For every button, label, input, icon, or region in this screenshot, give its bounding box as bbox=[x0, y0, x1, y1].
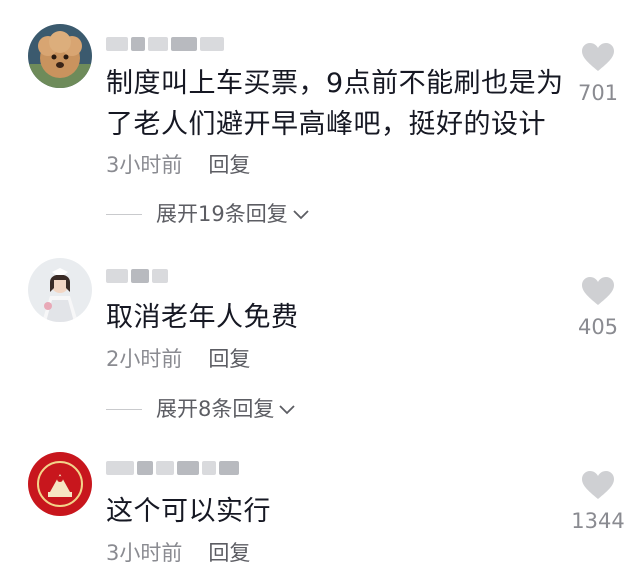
poodle-avatar-icon bbox=[28, 24, 92, 88]
comment-time: 2小时前 bbox=[106, 347, 183, 371]
avatar[interactable] bbox=[28, 24, 92, 88]
comment-text: 这个可以实行 bbox=[106, 491, 566, 532]
comment-meta: 3小时前 回复 bbox=[106, 540, 250, 566]
reply-button[interactable]: 回复 bbox=[208, 153, 250, 177]
like-count: 701 bbox=[577, 81, 619, 105]
girl-avatar-icon bbox=[28, 258, 92, 322]
comment-text-line: 取消老年人免费 bbox=[106, 302, 299, 333]
comment-text: 制度叫上车买票，9点前不能刷也是为 了老人们避开早高峰吧，挺好的设计 bbox=[106, 63, 566, 145]
expand-replies-button[interactable]: 展开19条回复 bbox=[106, 201, 310, 227]
username-redacted[interactable] bbox=[106, 458, 239, 478]
expand-replies-label: 展开19条回复 bbox=[156, 202, 288, 226]
like-button[interactable]: 405 bbox=[558, 276, 638, 340]
chevron-down-icon bbox=[292, 201, 310, 227]
like-button[interactable]: 1344 bbox=[558, 470, 638, 534]
comment-text-line: 制度叫上车买票，9点前不能刷也是为 bbox=[106, 68, 564, 99]
like-count: 1344 bbox=[571, 509, 625, 533]
username-redacted[interactable] bbox=[106, 34, 224, 54]
expand-replies-label: 展开8条回复 bbox=[156, 397, 275, 421]
reply-button[interactable]: 回复 bbox=[208, 541, 250, 565]
comment-text: 取消老年人免费 bbox=[106, 297, 566, 338]
heart-icon bbox=[582, 277, 614, 305]
comment-meta: 3小时前 回复 bbox=[106, 152, 250, 178]
divider-line bbox=[106, 213, 142, 215]
heart-icon bbox=[582, 43, 614, 71]
comment-time: 3小时前 bbox=[106, 541, 183, 565]
like-count: 405 bbox=[577, 315, 619, 339]
comment-text-line: 了老人们避开早高峰吧，挺好的设计 bbox=[106, 109, 546, 140]
expand-replies-button[interactable]: 展开8条回复 bbox=[106, 396, 296, 422]
red-emblem-avatar-icon bbox=[28, 452, 92, 516]
reply-button[interactable]: 回复 bbox=[208, 347, 250, 371]
avatar[interactable] bbox=[28, 258, 92, 322]
comment-text-line: 这个可以实行 bbox=[106, 496, 271, 527]
username-redacted[interactable] bbox=[106, 266, 168, 286]
avatar[interactable] bbox=[28, 452, 92, 516]
chevron-down-icon bbox=[278, 396, 296, 422]
comment-meta: 2小时前 回复 bbox=[106, 346, 250, 372]
heart-icon bbox=[582, 471, 614, 499]
divider-line bbox=[106, 408, 142, 410]
comment-time: 3小时前 bbox=[106, 153, 183, 177]
like-button[interactable]: 701 bbox=[558, 42, 638, 106]
